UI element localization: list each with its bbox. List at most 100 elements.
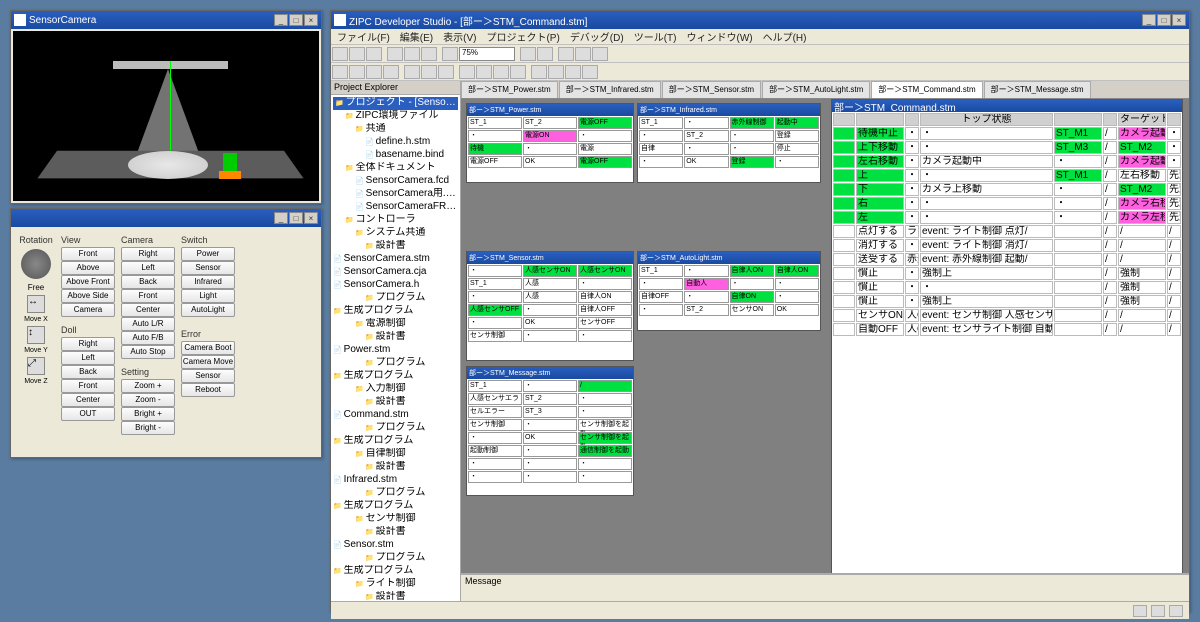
tree-folder[interactable]: 生成プログラム — [333, 565, 458, 578]
cmd-cell[interactable]: / — [1167, 267, 1181, 280]
cmd-cell[interactable] — [1103, 113, 1117, 126]
stm-cell[interactable]: セルエラー — [468, 406, 522, 418]
stm-subwindow[interactable]: 部ー＞STM_Message.stmST_1・/人感センサエラーST_2・セルエ… — [466, 366, 634, 496]
stm-cell[interactable]: ST_1 — [468, 380, 522, 392]
stm-cell[interactable]: 起動中 — [775, 117, 819, 129]
tree-file[interactable]: define.h.stm — [333, 136, 458, 149]
tree-folder[interactable]: 共通 — [333, 123, 458, 136]
doll-button[interactable]: Right — [61, 337, 115, 351]
menu-item[interactable]: デバッグ(D) — [570, 29, 624, 44]
cmd-cell[interactable]: ・ — [920, 211, 1053, 224]
stm-cell[interactable]: 赤外線制御 — [730, 117, 774, 129]
menu-item[interactable]: ファイル(F) — [337, 29, 390, 44]
cmd-cell[interactable]: 強制 — [1118, 281, 1166, 294]
tree-file[interactable]: Command.stm — [333, 409, 458, 422]
cmd-cell[interactable] — [1054, 281, 1102, 294]
stm-cell[interactable]: 人感センサエラー — [468, 393, 522, 405]
cmd-cell[interactable]: / — [1103, 323, 1117, 336]
cmd-cell[interactable]: ST_M2 — [1118, 141, 1166, 154]
stm-cell[interactable]: ST_2 — [684, 130, 728, 142]
setting-button[interactable]: Bright + — [121, 407, 175, 421]
stm-cell[interactable]: ・ — [468, 317, 522, 329]
stm-cell[interactable]: 通信制御を起動 — [578, 445, 632, 457]
cmd-cell[interactable]: ライト — [905, 225, 919, 238]
stm-cell[interactable]: ・ — [523, 330, 577, 342]
stm-cell[interactable]: センサ制御 — [468, 330, 522, 342]
tree-file[interactable]: basename.bind — [333, 149, 458, 162]
cmd-cell[interactable]: event: 赤外線制御 起動/ — [920, 253, 1053, 266]
cmd-cell[interactable]: ・ — [920, 141, 1053, 154]
tree-file[interactable]: SensorCamera.stm — [333, 253, 458, 266]
tool-icon[interactable] — [548, 65, 564, 79]
stm-cell[interactable]: 電源OFF — [578, 117, 632, 129]
doc-tab[interactable]: 部ー＞STM_Message.stm — [984, 81, 1091, 98]
command-stm-window[interactable]: 部ー＞STM_Command.stm トップ状態ターゲット待機中止・・ST_M1… — [831, 99, 1183, 579]
cmd-cell[interactable]: カメラ右移動 — [1118, 197, 1166, 210]
stm-cell[interactable]: 電源 — [578, 143, 632, 155]
stm-cell[interactable]: ・ — [523, 143, 577, 155]
stm-cell[interactable]: センサOFF — [578, 317, 632, 329]
view-button[interactable]: Front — [61, 247, 115, 261]
minimize-button[interactable]: _ — [274, 212, 288, 224]
cmd-cell[interactable]: / — [1103, 267, 1117, 280]
minimize-button[interactable]: _ — [1142, 14, 1156, 26]
cmd-cell[interactable]: ・ — [905, 267, 919, 280]
cmd-cell[interactable]: / — [1103, 155, 1117, 168]
stm-cell[interactable]: ・ — [578, 458, 632, 470]
stm-cell[interactable]: ST_1 — [468, 278, 522, 290]
cmd-cell[interactable]: カメラ起動中 — [1118, 155, 1166, 168]
stm-cell[interactable]: センサON — [730, 304, 774, 316]
tree-folder[interactable]: 自律制御 — [333, 448, 458, 461]
tool-icon[interactable] — [383, 65, 399, 79]
stm-cell[interactable]: センサ制御を起動 — [578, 419, 632, 431]
stm-cell[interactable]: ST_3 — [523, 406, 577, 418]
cmd-cell[interactable]: 先頭状態を起動 — [1167, 197, 1181, 210]
cmd-cell[interactable] — [833, 197, 855, 210]
cmd-cell[interactable]: 赤外線 — [905, 253, 919, 266]
cmd-cell[interactable] — [833, 239, 855, 252]
switch-button[interactable]: Power — [181, 247, 235, 261]
cmd-cell[interactable]: ・ — [905, 197, 919, 210]
tree-folder[interactable]: 全体ドキュメント — [333, 162, 458, 175]
tree-folder[interactable]: センサ制御 — [333, 513, 458, 526]
document-tabs[interactable]: 部ー＞STM_Power.stm部ー＞STM_Infrared.stm部ー＞ST… — [461, 81, 1189, 99]
cmd-cell[interactable]: 先頭状態を起動 — [1167, 183, 1181, 196]
stm-cell[interactable]: 自律人ON — [775, 265, 819, 277]
cmd-cell[interactable]: ・ — [905, 211, 919, 224]
stm-cell[interactable]: ・ — [578, 471, 632, 483]
cmd-cell[interactable]: / — [1118, 309, 1166, 322]
stm-cell[interactable]: ・ — [775, 278, 819, 290]
camera-button[interactable]: Right — [121, 247, 175, 261]
stm-cell[interactable]: 電源OFF — [578, 156, 632, 168]
error-button[interactable]: Reboot — [181, 383, 235, 397]
cmd-cell[interactable] — [833, 323, 855, 336]
cmd-cell[interactable]: / — [1103, 309, 1117, 322]
3d-viewport[interactable] — [13, 31, 319, 201]
stm-cell[interactable]: ・ — [468, 458, 522, 470]
stm-cell[interactable]: 自動人 — [684, 278, 728, 290]
stm-cell[interactable]: 電源OFF — [468, 156, 522, 168]
error-button[interactable]: Camera Boot — [181, 341, 235, 355]
tool-open-icon[interactable] — [349, 47, 365, 61]
stm-cell[interactable]: ・ — [468, 291, 522, 303]
view-button[interactable]: Above Front — [61, 275, 115, 289]
stm-cell[interactable]: OK — [523, 432, 577, 444]
tree-folder[interactable]: コントローラ — [333, 214, 458, 227]
tree-folder[interactable]: 生成プログラム — [333, 370, 458, 383]
stm-subwindow[interactable]: 部ー＞STM_Infrared.stmST_1・赤外線制御起動中・ST_2・登録… — [637, 103, 821, 183]
cmd-cell[interactable]: 強制上 — [920, 267, 1053, 280]
tool-copy-icon[interactable] — [404, 47, 420, 61]
tree-file[interactable]: Power.stm — [333, 344, 458, 357]
cmd-cell[interactable]: ST_M2 — [1118, 183, 1166, 196]
stm-cell[interactable]: ・ — [684, 117, 728, 129]
stm-cell[interactable]: ・ — [523, 471, 577, 483]
close-button[interactable]: × — [1172, 14, 1186, 26]
tree-folder[interactable]: 生成プログラム — [333, 305, 458, 318]
tool-icon[interactable] — [421, 65, 437, 79]
stm-cell[interactable]: ・ — [775, 156, 819, 168]
switch-button[interactable]: Light — [181, 289, 235, 303]
menubar[interactable]: ファイル(F)編集(E)表示(V)プロジェクト(P)デバッグ(D)ツール(T)ウ… — [331, 29, 1189, 45]
stm-cell[interactable]: センサ制御 — [468, 419, 522, 431]
cmd-cell[interactable]: 右 — [856, 197, 904, 210]
tool-icon[interactable] — [531, 65, 547, 79]
